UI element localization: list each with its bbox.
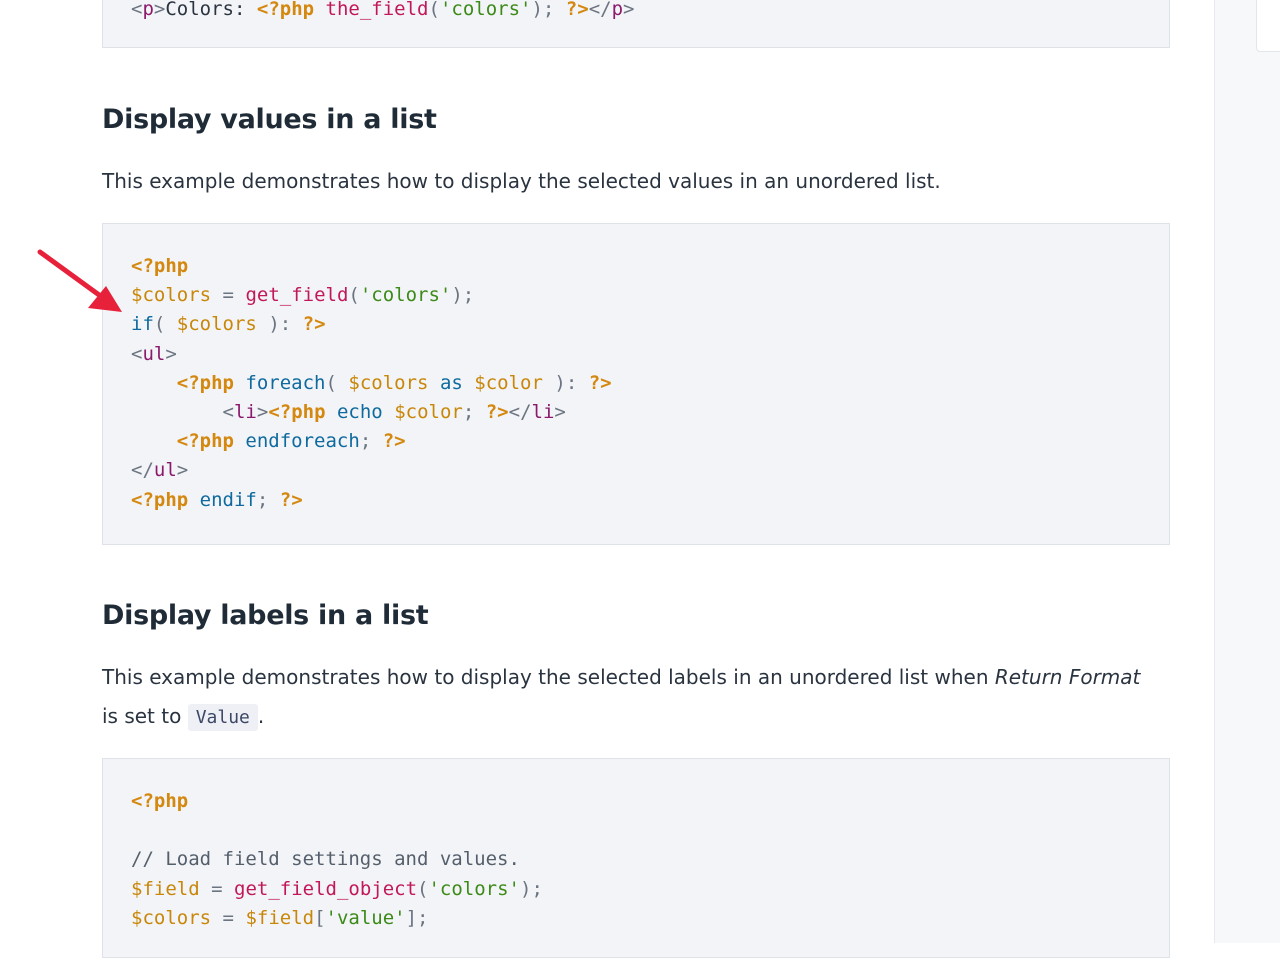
description-text-mid: is set to xyxy=(102,704,182,728)
return-format-term: Return Format xyxy=(994,665,1141,689)
code-block-labels-list: <?php // Load field settings and values.… xyxy=(102,758,1170,958)
section-description-values: This example demonstrates how to display… xyxy=(102,169,941,193)
sidebar-panel xyxy=(1256,0,1280,52)
section-description-labels: This example demonstrates how to display… xyxy=(102,658,1172,737)
code-content: <?php $colors = get_field('colors'); if(… xyxy=(131,255,612,511)
code-block-colors-paragraph: <p>Colors: <?php the_field('colors'); ?>… xyxy=(102,0,1170,48)
description-text-end: . xyxy=(257,704,265,728)
inline-code-value: Value xyxy=(187,704,258,731)
description-text: This example demonstrates how to display… xyxy=(102,665,989,689)
code-block-values-list: <?php $colors = get_field('colors'); if(… xyxy=(102,223,1170,545)
code-content: <?php // Load field settings and values.… xyxy=(131,790,543,929)
section-heading-labels: Display labels in a list xyxy=(102,600,429,631)
red-arrow-icon xyxy=(37,249,122,312)
section-heading-values: Display values in a list xyxy=(102,104,437,135)
code-line: <p>Colors: <?php the_field('colors'); ?>… xyxy=(131,0,635,20)
right-sidebar xyxy=(1214,0,1280,943)
